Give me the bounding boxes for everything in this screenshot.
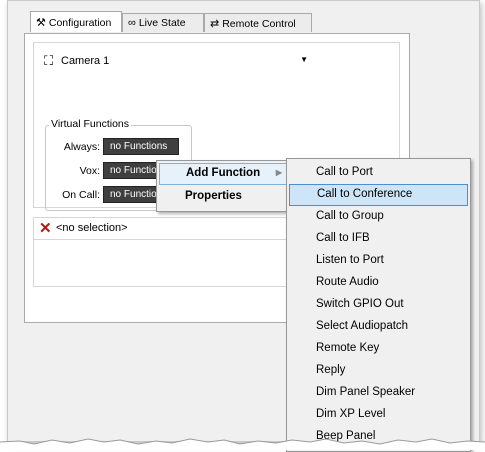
tab-label: Configuration [48, 17, 112, 29]
camera-selected-value: Camera 1 [61, 55, 110, 67]
vf-function-box[interactable]: no Functions [103, 138, 179, 155]
x-icon: ✕ [39, 220, 52, 237]
submenu-item-label: Select Audiopatch [316, 320, 409, 332]
torn-edge [0, 438, 485, 450]
vf-label: Vox: [79, 165, 100, 177]
tab-remote-control[interactable]: ⇄ Remote Control [204, 13, 312, 32]
submenu-item[interactable]: Select Audiopatch [289, 316, 468, 338]
submenu-item-label: Call to Group [316, 210, 384, 222]
submenu-item-label: Dim XP Level [316, 408, 386, 420]
tab-configuration[interactable]: ⚒ Configuration [30, 11, 122, 32]
add-function-submenu: Call to Port Call to Conference Call to Gr… [286, 158, 471, 452]
submenu-item[interactable]: Listen to Port [289, 250, 468, 272]
tab-label: Live State [138, 17, 186, 29]
vf-label: On Call: [62, 189, 100, 201]
menu-item-properties[interactable]: Properties [159, 186, 289, 208]
submenu-item-label: Dim Panel Speaker [316, 386, 416, 398]
submenu-item[interactable]: Route Audio [289, 272, 468, 294]
submenu-item-label: Route Audio [316, 276, 379, 288]
submenu-item[interactable]: Dim XP Level [289, 404, 468, 426]
submenu-item[interactable]: Call to Group [289, 206, 468, 228]
camera-dropdown[interactable]: ⛶ Camera 1 ▼ [41, 52, 311, 70]
submenu-item[interactable]: Call to Port [289, 162, 468, 184]
submenu-item[interactable]: Call to Conference [289, 184, 468, 206]
tab-label: Remote Control [222, 18, 296, 30]
chevron-down-icon: ▼ [300, 55, 308, 64]
vf-label: Always: [63, 141, 100, 153]
menu-item-label: Properties [185, 190, 242, 202]
submenu-item-label: Switch GPIO Out [316, 298, 404, 310]
submenu-item[interactable]: Remote Key [289, 338, 468, 360]
submenu-item-label: Remote Key [316, 342, 380, 354]
chevron-right-icon: ▶ [275, 168, 282, 177]
submenu-item-label: Call to IFB [316, 232, 370, 244]
submenu-item-label: Listen to Port [316, 254, 384, 266]
context-menu: Add Function ▶ Properties [156, 160, 292, 212]
remote-icon: ⇄ [210, 18, 220, 30]
virtual-functions-legend: Virtual Functions [49, 118, 132, 130]
tab-live-state[interactable]: ∞ Live State [122, 13, 204, 32]
submenu-item-label: Call to Conference [317, 188, 413, 200]
submenu-item[interactable]: Call to IFB [289, 228, 468, 250]
submenu-item-label: Call to Port [316, 166, 373, 178]
submenu-item[interactable]: Switch GPIO Out [289, 294, 468, 316]
selection-text: <no selection> [56, 222, 128, 234]
submenu-item[interactable]: Reply [289, 360, 468, 382]
camera-icon: ⛶ [44, 53, 54, 68]
binoculars-icon: ∞ [128, 17, 136, 29]
submenu-item-label: Reply [316, 364, 346, 376]
menu-item-add-function[interactable]: Add Function ▶ [159, 163, 289, 185]
menu-item-label: Add Function [186, 167, 261, 179]
submenu-item[interactable]: Dim Panel Speaker [289, 382, 468, 404]
tools-icon: ⚒ [36, 17, 46, 29]
